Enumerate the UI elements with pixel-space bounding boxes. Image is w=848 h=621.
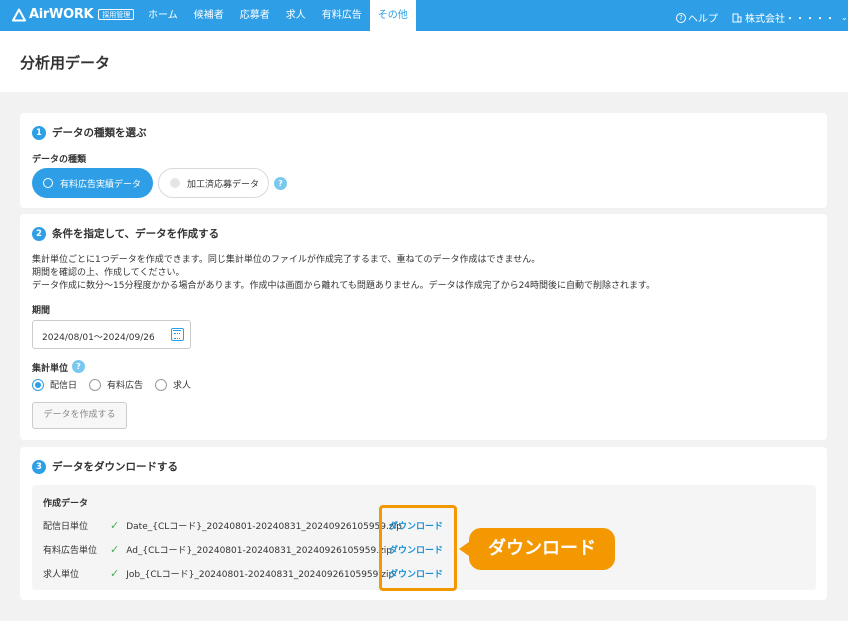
company-menu[interactable]: 株式会社・・・・・ ⌄ xyxy=(732,10,848,25)
help-link[interactable]: ? ヘルプ xyxy=(676,10,718,25)
section-2-header: 2 条件を指定して、データを作成する xyxy=(32,226,219,241)
radio-delivery-date[interactable]: 配信日 xyxy=(32,378,77,391)
unit-radio-group: 配信日 有料広告 求人 xyxy=(32,378,203,391)
radio-button[interactable] xyxy=(89,378,102,391)
title-bar: 分析用データ xyxy=(0,31,848,92)
checkmark-icon: ✓ xyxy=(110,519,120,532)
help-icon[interactable]: ? xyxy=(72,360,85,373)
logo-mark-icon xyxy=(12,8,26,21)
list-item: 配信日単位 ✓ Date_{CLコード}_20240801-20240831_2… xyxy=(43,519,402,532)
step-number: 2 xyxy=(32,226,46,241)
section-create-data: 2 条件を指定して、データを作成する 集計単位ごとに1つデータを作成できます。同… xyxy=(20,214,827,440)
description-line: データ作成に数分〜15分程度かかる場合があります。作成中は画面から離れても問題あ… xyxy=(32,281,656,291)
help-label: ヘルプ xyxy=(688,14,718,25)
help-icon[interactable]: ? xyxy=(274,177,287,190)
unit-label: 集計単位 xyxy=(32,364,69,374)
logo-text: AirWORK xyxy=(29,7,94,22)
main-nav: ホーム 候補者 応募者 求人 有料広告 その他 xyxy=(140,0,416,31)
nav-jobs[interactable]: 求人 xyxy=(278,0,314,31)
nav-home[interactable]: ホーム xyxy=(140,0,186,31)
nav-paid-ads[interactable]: 有料広告 xyxy=(314,0,370,31)
radio-label: 求人 xyxy=(173,381,192,391)
created-data-title: 作成データ xyxy=(43,499,89,509)
nav-other[interactable]: その他 xyxy=(369,0,416,31)
radio-label: 有料広告 xyxy=(107,381,144,391)
radio-paid-ad[interactable]: 有料広告 xyxy=(89,378,143,391)
period-value: 2024/08/01〜2024/09/26 xyxy=(42,333,155,343)
airwork-logo[interactable]: AirWORK 採用管理 xyxy=(12,7,135,22)
option-paid-ad-results[interactable]: 有料広告実績データ xyxy=(32,168,153,198)
unit-name: 有料広告単位 xyxy=(43,546,98,556)
section-data-type: 1 データの種類を選ぶ データの種類 有料広告実績データ 加工済応募データ ? xyxy=(20,113,827,208)
period-date-field[interactable]: 2024/08/01〜2024/09/26 xyxy=(32,320,191,349)
building-icon xyxy=(732,13,742,22)
nav-candidates[interactable]: 候補者 xyxy=(186,0,232,31)
unit-name: 求人単位 xyxy=(43,570,80,580)
step-number: 1 xyxy=(32,125,46,140)
chevron-down-icon: ⌄ xyxy=(841,13,848,22)
section-title: 条件を指定して、データを作成する xyxy=(52,228,220,240)
period-label: 期間 xyxy=(32,306,51,316)
radio-job[interactable]: 求人 xyxy=(155,378,191,391)
radio-button[interactable] xyxy=(155,378,168,391)
section-title: データの種類を選ぶ xyxy=(52,127,147,139)
section-1-header: 1 データの種類を選ぶ xyxy=(32,125,147,140)
help-icon: ? xyxy=(676,12,686,23)
calendar-icon[interactable] xyxy=(171,328,184,341)
page-title: 分析用データ xyxy=(20,54,111,72)
description-line: 集計単位ごとに1つデータを作成できます。同じ集計単位のファイルが作成完了するまで… xyxy=(32,255,541,265)
checkmark-icon: ✓ xyxy=(110,567,120,580)
download-highlight-frame xyxy=(379,505,457,591)
company-name: 株式会社・・・・・ xyxy=(745,14,835,25)
option-label: 有料広告実績データ xyxy=(60,179,142,190)
radio-icon xyxy=(43,178,53,188)
section-3-header: 3 データをダウンロードする xyxy=(32,459,178,474)
top-navigation-bar: AirWORK 採用管理 ホーム 候補者 応募者 求人 有料広告 その他 ? ヘ… xyxy=(0,0,848,31)
nav-applicants[interactable]: 応募者 xyxy=(232,0,278,31)
list-item: 有料広告単位 ✓ Ad_{CLコード}_20240801-20240831_20… xyxy=(43,543,392,556)
list-item: 求人単位 ✓ Job_{CLコード}_20240801-20240831_202… xyxy=(43,567,394,580)
file-name: Ad_{CLコード}_20240801-20240831_20240926105… xyxy=(126,546,393,556)
file-name: Job_{CLコード}_20240801-20240831_2024092610… xyxy=(126,570,395,580)
step-number: 3 xyxy=(32,459,46,474)
unit-name: 配信日単位 xyxy=(43,522,89,532)
radio-icon xyxy=(170,178,180,188)
radio-button[interactable] xyxy=(32,378,44,391)
data-type-label: データの種類 xyxy=(32,155,87,165)
checkmark-icon: ✓ xyxy=(110,543,120,556)
option-processed-applications[interactable]: 加工済応募データ xyxy=(158,168,269,198)
create-data-button[interactable]: データを作成する xyxy=(32,402,127,429)
download-callout: ダウンロード xyxy=(459,528,615,570)
logo-badge: 採用管理 xyxy=(98,9,135,20)
radio-label: 配信日 xyxy=(50,381,78,391)
option-label: 加工済応募データ xyxy=(187,179,260,190)
section-title: データをダウンロードする xyxy=(52,461,178,473)
file-name: Date_{CLコード}_20240801-20240831_202409261… xyxy=(126,522,402,532)
description-line: 期間を確認の上、作成してください。 xyxy=(32,268,185,278)
